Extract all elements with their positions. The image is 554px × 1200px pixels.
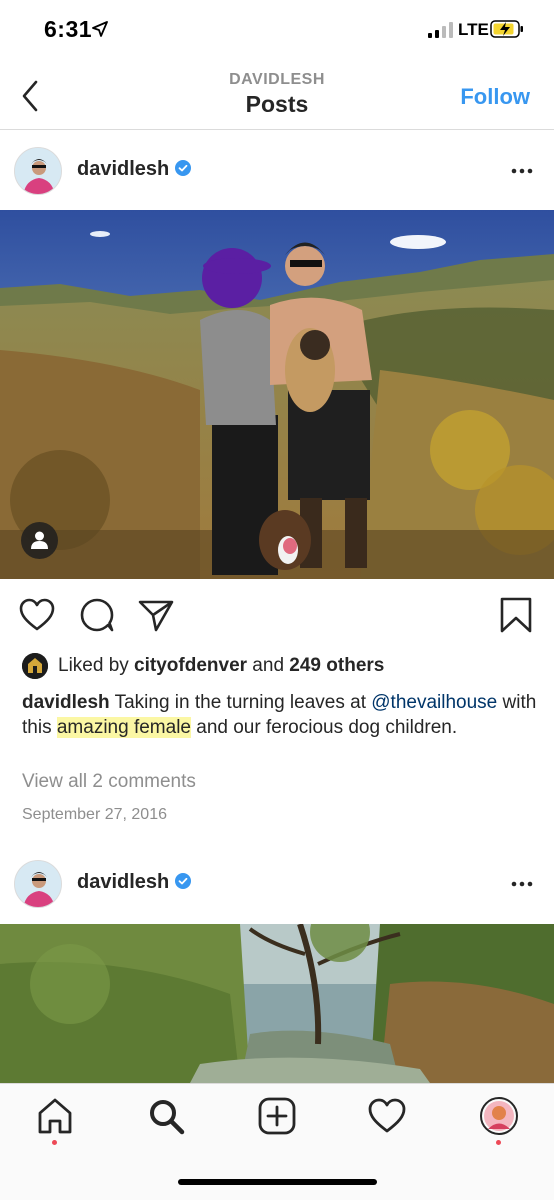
post-photo[interactable] (0, 924, 554, 1083)
comment-icon[interactable] (78, 596, 116, 634)
search-icon[interactable] (146, 1096, 186, 1136)
cellular-signal-icon (428, 22, 453, 38)
caption-mention-link[interactable]: @thevailhouse (371, 692, 497, 713)
share-direct-icon[interactable] (137, 596, 175, 634)
profile-notification-dot (496, 1140, 501, 1145)
likes-count-link[interactable]: 249 others (289, 655, 384, 677)
liked-by-and: and (247, 655, 290, 676)
network-type: LTE (458, 20, 489, 39)
verified-badge-icon (175, 160, 192, 176)
bottom-tab-bar (0, 1083, 554, 1200)
avatar[interactable] (14, 860, 62, 908)
post-date: September 27, 2016 (22, 806, 167, 823)
liked-by-user-link[interactable]: cityofdenver (134, 655, 247, 677)
location-arrow-icon (92, 21, 108, 37)
save-bookmark-icon[interactable] (497, 596, 535, 634)
caption-username[interactable]: davidlesh (22, 692, 110, 713)
post-header: davidlesh (0, 844, 554, 924)
tagged-users-button[interactable] (21, 522, 58, 559)
post-caption: davidlesh Taking in the turning leaves a… (22, 690, 542, 740)
navigation-header: DAVIDLESH Posts Follow (0, 60, 554, 130)
status-time: 6:31 (44, 16, 93, 42)
follow-button[interactable]: Follow (460, 84, 530, 110)
like-heart-icon[interactable] (18, 596, 56, 634)
home-indicator (178, 1179, 377, 1185)
likes-summary[interactable]: Liked by cityofdenver and 249 others (22, 652, 384, 680)
avatar[interactable] (14, 147, 62, 195)
heart-icon[interactable] (367, 1096, 407, 1136)
caption-text: and our ferocious dog children. (190, 717, 458, 738)
post-photo[interactable] (0, 210, 554, 579)
more-options-icon[interactable] (510, 161, 534, 181)
view-all-comments-link[interactable]: View all 2 comments (22, 771, 196, 793)
profile-avatar-icon[interactable] (479, 1096, 519, 1136)
more-options-icon[interactable] (510, 874, 534, 894)
post-action-bar (0, 590, 554, 640)
verified-badge-icon (175, 873, 192, 889)
home-icon[interactable] (35, 1096, 75, 1136)
post-header: davidlesh (0, 131, 554, 211)
home-notification-dot (52, 1140, 57, 1145)
liked-by-prefix: Liked by (58, 655, 135, 676)
user-tag-icon (31, 531, 48, 549)
add-post-icon[interactable] (257, 1096, 297, 1136)
post-username[interactable]: davidlesh (77, 158, 192, 181)
battery-charging-icon (490, 20, 523, 38)
caption-text: Taking in the turning leaves at (109, 692, 372, 713)
post-username[interactable]: davidlesh (77, 871, 192, 894)
liker-avatar (22, 653, 48, 679)
caption-highlighted-text: amazing female (56, 717, 191, 738)
status-bar: 6:31 LTE (0, 0, 554, 60)
